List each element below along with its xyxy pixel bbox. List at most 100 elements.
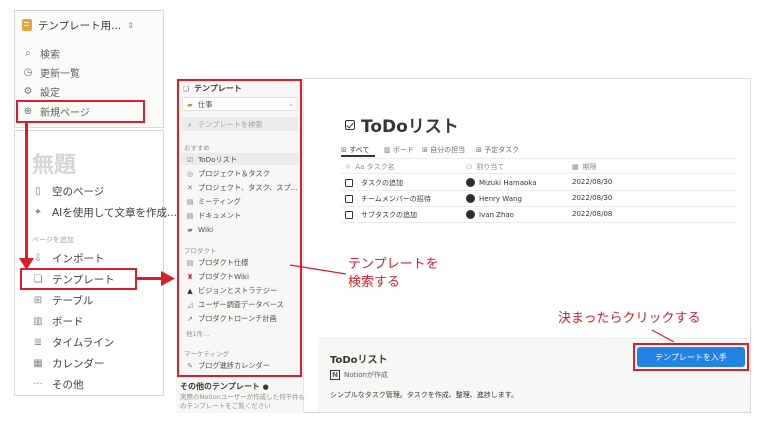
assignee-cell: Ivan Zhao	[466, 210, 514, 219]
timeline-icon: ≣	[33, 337, 43, 348]
task-name: サブタスクの追加	[361, 211, 417, 219]
annotation-click-arrow	[651, 329, 675, 343]
highlight-get-button	[633, 343, 749, 371]
option-label: インポート	[52, 253, 105, 265]
view-tab-mine[interactable]: ⊞ 自分の担当	[422, 145, 465, 155]
footer-author: N Notionが作成	[330, 370, 388, 380]
footer-description: シンプルなタスク管理。タスクを作成、整理、進捗します。	[330, 391, 519, 399]
header-label: 割り当て	[476, 163, 505, 171]
board-option[interactable]: ▥ ボード	[32, 314, 84, 329]
view-tab-upcoming[interactable]: ⊞ 予定タスク	[476, 145, 519, 155]
option-label: ボード	[52, 316, 84, 328]
option-label: タイムライン	[52, 337, 115, 349]
footer-title: ToDoリスト	[330, 355, 388, 366]
more-option[interactable]: ··· その他	[32, 377, 84, 392]
tab-label: 予定タスク	[484, 146, 520, 154]
table-option[interactable]: ⊞ テーブル	[32, 293, 94, 308]
option-label: AIを使用して文章を作成...	[52, 207, 177, 219]
clock-icon: ◷	[23, 66, 33, 78]
table-icon: ⊞	[33, 295, 43, 306]
chevron-updown-icon: ⇕	[127, 20, 134, 30]
arrow-right	[137, 277, 163, 280]
sidebar-item-label: 更新一覧	[40, 68, 80, 80]
calendar-icon: ▦	[33, 358, 43, 369]
assignee-name: Henry Wang	[479, 194, 522, 203]
annotation-click: 決まったらクリックする	[558, 311, 701, 326]
task-name: タスクの追加	[361, 179, 403, 187]
divider	[341, 206, 736, 207]
title-text: その他のテンプレート	[180, 382, 260, 391]
import-option[interactable]: ⇩ インポート	[32, 251, 105, 266]
notion-logo-icon: N	[330, 370, 340, 380]
annotation-search: テンプレートを 検索する	[348, 256, 439, 291]
annotation-search-arrow	[289, 264, 347, 275]
due-cell: 2022/08/30	[572, 178, 613, 186]
tab-label: ボード	[392, 146, 414, 154]
page-title[interactable]: 無題	[32, 147, 76, 179]
sidebar-item-settings[interactable]: ⚙ 設定	[22, 82, 60, 100]
active-tab-underline	[341, 155, 375, 157]
page-icon: ▯	[35, 186, 41, 197]
checkbox-icon	[345, 119, 355, 130]
notebook-icon	[22, 19, 32, 31]
more-icon: ···	[33, 379, 43, 390]
option-label: カレンダー	[52, 358, 105, 370]
due-cell: 2022/08/30	[572, 194, 613, 202]
row-checkbox[interactable]	[345, 179, 353, 187]
view-tab-all[interactable]: ⊞ すべて	[341, 145, 369, 155]
tab-label: すべて	[349, 146, 370, 154]
view-tab-board[interactable]: ▥ ボード	[384, 145, 414, 155]
due-cell: 2022/08/08	[572, 210, 613, 218]
sparkle-icon: ☼	[345, 163, 352, 171]
highlight-template-list	[177, 79, 302, 377]
people-icon: ⚇	[466, 163, 473, 171]
workspace-name: テンプレート用...	[38, 19, 122, 32]
workspace-switcher[interactable]: テンプレート用... ⇕	[22, 16, 162, 34]
annotation-line: 検索する	[348, 274, 401, 290]
column-header-due: ▦ 期限	[572, 162, 597, 172]
sidebar-item-label: 検索	[40, 49, 60, 61]
divider	[341, 173, 736, 174]
table-row[interactable]: チームメンバーの招待	[345, 194, 431, 204]
info-icon: ●	[262, 383, 269, 391]
option-label: テーブル	[52, 295, 94, 307]
arrow-down	[25, 122, 28, 264]
sidebar-item-label: 設定	[40, 87, 60, 99]
search-icon: ⌕	[25, 47, 31, 59]
table-row[interactable]: サブタスクの追加	[345, 210, 417, 220]
divider	[341, 158, 736, 159]
gear-icon: ⚙	[23, 85, 33, 97]
header-label: Aa タスク名	[355, 163, 395, 171]
assignee-cell: Henry Wang	[466, 194, 522, 203]
table-row[interactable]: タスクの追加	[345, 178, 403, 188]
assignee-name: Mizuki Hamaoka	[479, 178, 537, 187]
timeline-option[interactable]: ≣ タイムライン	[32, 335, 114, 350]
other-templates-title[interactable]: その他のテンプレート ●	[180, 381, 269, 392]
avatar	[466, 178, 475, 187]
highlight-new-page	[16, 100, 145, 123]
calendar-option[interactable]: ▦ カレンダー	[32, 356, 105, 371]
avatar	[466, 210, 475, 219]
divider	[341, 222, 736, 223]
divider	[341, 190, 736, 191]
ai-write-option[interactable]: ✦ AIを使用して文章を作成...	[32, 205, 177, 220]
author-text: Notionが作成	[344, 371, 388, 379]
empty-page-option[interactable]: ▯ 空のページ	[32, 184, 104, 199]
option-label: その他	[52, 379, 84, 391]
highlight-template	[20, 268, 137, 290]
column-header-assignee: ⚇ 割り当て	[466, 162, 504, 172]
sidebar-item-search[interactable]: ⌕ 検索	[22, 44, 60, 62]
header-label: 期限	[582, 163, 597, 171]
arrow-down-head	[19, 258, 34, 270]
ai-sparkle-icon: ✦	[33, 207, 43, 218]
annotation-line: テンプレートを	[348, 257, 439, 272]
row-checkbox[interactable]	[345, 211, 353, 219]
assignee-cell: Mizuki Hamaoka	[466, 178, 536, 187]
assignee-name: Ivan Zhao	[479, 210, 514, 219]
column-header-task: ☼ Aa タスク名	[345, 162, 395, 172]
task-name: チームメンバーの招待	[361, 195, 431, 203]
title-text: ToDoリスト	[361, 117, 459, 137]
row-checkbox[interactable]	[345, 195, 353, 203]
calendar-icon: ▦	[572, 163, 579, 171]
sidebar-item-updates[interactable]: ◷ 更新一覧	[22, 63, 80, 81]
